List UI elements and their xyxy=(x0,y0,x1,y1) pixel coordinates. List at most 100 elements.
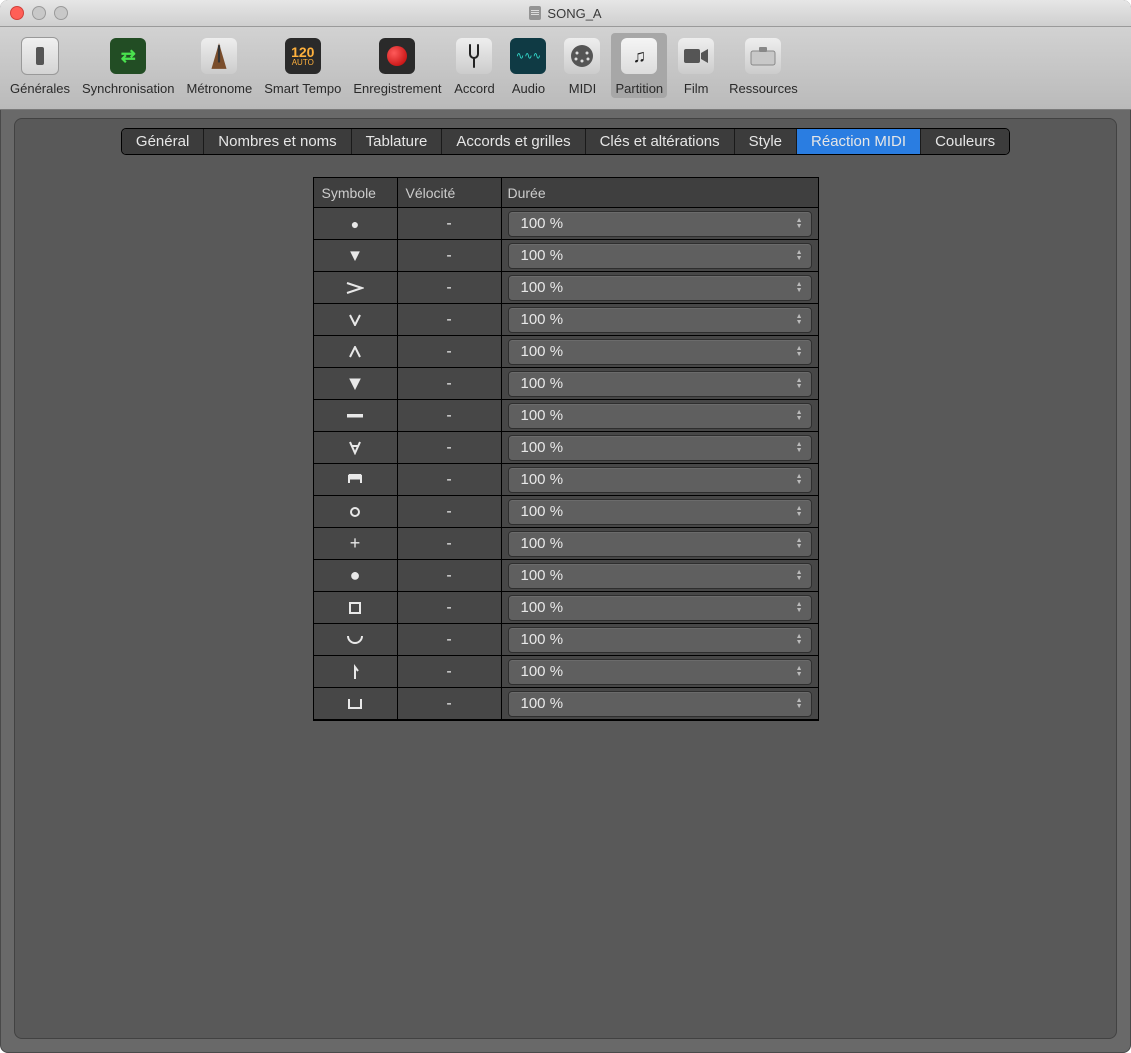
duration-select[interactable]: 100 % ▲▼ xyxy=(508,275,812,301)
symbol-staccato-dot-icon: ● xyxy=(314,208,398,240)
duration-cell: 100 %▲▼ xyxy=(502,432,818,464)
midi-reaction-table: Symbole Vélocité Durée ●-100 %▲▼-100 %▲▼… xyxy=(313,177,819,721)
velocity-value[interactable]: - xyxy=(398,272,502,304)
duration-select[interactable]: 100 %▲▼ xyxy=(508,563,812,589)
toolbar-item-generales[interactable]: Générales xyxy=(6,33,74,98)
table-row: -100 %▲▼ xyxy=(314,400,818,432)
toolbar-label: MIDI xyxy=(569,81,596,96)
tab-reaction[interactable]: Réaction MIDI xyxy=(797,129,921,154)
tab-tablature[interactable]: Tablature xyxy=(352,129,443,154)
toolbar-item-audio[interactable]: ∿∿∿ Audio xyxy=(503,33,553,98)
toolbar-item-ressources[interactable]: Ressources xyxy=(725,33,802,98)
camera-icon xyxy=(678,38,714,74)
duration-select[interactable]: 100 %▲▼ xyxy=(508,403,812,429)
stepper-icon: ▲▼ xyxy=(796,506,803,518)
toolbar-label: Enregistrement xyxy=(353,81,441,96)
duration-select[interactable]: 100 %▲▼ xyxy=(508,435,812,461)
record-icon xyxy=(379,38,415,74)
table-row: - 100 % ▲▼ xyxy=(314,272,818,304)
tab-nombres[interactable]: Nombres et noms xyxy=(204,129,351,154)
duration-select[interactable]: 100 %▲▼ xyxy=(508,243,812,269)
velocity-value[interactable]: - xyxy=(398,400,502,432)
velocity-value[interactable]: - xyxy=(398,304,502,336)
zoom-button[interactable] xyxy=(54,6,68,20)
symbol-plus-icon: + xyxy=(314,528,398,560)
velocity-value[interactable]: - xyxy=(398,240,502,272)
velocity-value[interactable]: - xyxy=(398,688,502,720)
stepper-icon: ▲▼ xyxy=(796,282,803,294)
symbol-pedal-icon xyxy=(314,688,398,720)
tab-general[interactable]: Général xyxy=(122,129,204,154)
toolbar-item-synchronisation[interactable]: ⇄ Synchronisation xyxy=(78,33,179,98)
velocity-value[interactable]: - xyxy=(398,496,502,528)
duration-select[interactable]: 100 %▲▼ xyxy=(508,691,812,717)
document-icon xyxy=(529,6,541,20)
tab-cles[interactable]: Clés et altérations xyxy=(586,129,735,154)
velocity-value[interactable]: - xyxy=(398,464,502,496)
window-title: SONG_A xyxy=(0,6,1131,21)
symbol-harmonic-icon xyxy=(314,496,398,528)
duration-value: 100 % xyxy=(521,247,564,264)
velocity-value[interactable]: - xyxy=(398,336,502,368)
duration-cell: 100 %▲▼ xyxy=(502,688,818,720)
tab-couleurs[interactable]: Couleurs xyxy=(921,129,1009,154)
duration-select[interactable]: 100 %▲▼ xyxy=(508,659,812,685)
switch-icon xyxy=(21,37,59,75)
duration-cell: 100 % ▲▼ xyxy=(502,464,818,496)
duration-value: 100 % xyxy=(521,567,564,584)
window-title-text: SONG_A xyxy=(547,6,601,21)
tempo-number: 120 xyxy=(291,45,314,59)
toolbar-item-metronome[interactable]: Métronome xyxy=(182,33,256,98)
table-row: - 100 % ▲▼ xyxy=(314,464,818,496)
velocity-value[interactable]: - xyxy=(398,208,502,240)
duration-select[interactable]: 100 %▲▼ xyxy=(508,307,812,333)
duration-select[interactable]: 100 %▲▼ xyxy=(508,627,812,653)
velocity-value[interactable]: - xyxy=(398,624,502,656)
minimize-button[interactable] xyxy=(32,6,46,20)
duration-value: 100 % xyxy=(521,215,564,232)
toolbar-item-accord[interactable]: Accord xyxy=(449,33,499,98)
duration-select[interactable]: 100 %▲▼ xyxy=(508,211,812,237)
duration-cell: 100 %▲▼ xyxy=(502,400,818,432)
toolbar-label: Générales xyxy=(10,81,70,96)
toolbar-item-enregistrement[interactable]: Enregistrement xyxy=(349,33,445,98)
table-row: +-100 %▲▼ xyxy=(314,528,818,560)
toolbar-item-smart-tempo[interactable]: 120 AUTO Smart Tempo xyxy=(260,33,345,98)
duration-cell: 100 %▲▼ xyxy=(502,336,818,368)
briefcase-icon xyxy=(745,38,781,74)
velocity-value[interactable]: - xyxy=(398,528,502,560)
tab-style[interactable]: Style xyxy=(735,129,797,154)
duration-select[interactable]: 100 %▲▼ xyxy=(508,531,812,557)
duration-select[interactable]: 100 %▲▼ xyxy=(508,371,812,397)
settings-window: SONG_A Générales ⇄ Synchronisation Métro… xyxy=(0,0,1131,1053)
duration-select[interactable]: 100 %▲▼ xyxy=(508,595,812,621)
toolbar-item-film[interactable]: Film xyxy=(671,33,721,98)
stepper-icon: ▲▼ xyxy=(796,602,803,614)
toolbar-label: Accord xyxy=(454,81,494,96)
close-button[interactable] xyxy=(10,6,24,20)
velocity-value[interactable]: - xyxy=(398,656,502,688)
table-row: -100 %▲▼ xyxy=(314,304,818,336)
duration-select[interactable]: 100 %▲▼ xyxy=(508,339,812,365)
velocity-value[interactable]: - xyxy=(398,560,502,592)
duration-select[interactable]: 100 % ▲▼ xyxy=(508,467,812,493)
duration-value: 100 % xyxy=(521,471,564,488)
velocity-value[interactable]: - xyxy=(398,368,502,400)
header-velocite: Vélocité xyxy=(398,178,502,208)
duration-cell: 100 %▲▼ xyxy=(502,656,818,688)
symbol-filled-dot-icon: ● xyxy=(314,560,398,592)
sub-tab-bar: GénéralNombres et nomsTablatureAccords e… xyxy=(121,128,1010,155)
duration-value: 100 % xyxy=(521,279,564,296)
symbol-marcato-down-icon xyxy=(314,304,398,336)
tuning-fork-icon xyxy=(456,38,492,74)
velocity-value[interactable]: - xyxy=(398,592,502,624)
velocity-value[interactable]: - xyxy=(398,432,502,464)
tab-accords[interactable]: Accords et grilles xyxy=(442,129,585,154)
duration-value: 100 % xyxy=(521,631,564,648)
toolbar-item-partition[interactable]: ♫ Partition xyxy=(611,33,667,98)
toolbar-item-midi[interactable]: MIDI xyxy=(557,33,607,98)
stepper-icon: ▲▼ xyxy=(796,474,803,486)
duration-select[interactable]: 100 %▲▼ xyxy=(508,499,812,525)
table-row: -100 %▲▼ xyxy=(314,656,818,688)
symbol-down-bow-open-icon xyxy=(314,432,398,464)
